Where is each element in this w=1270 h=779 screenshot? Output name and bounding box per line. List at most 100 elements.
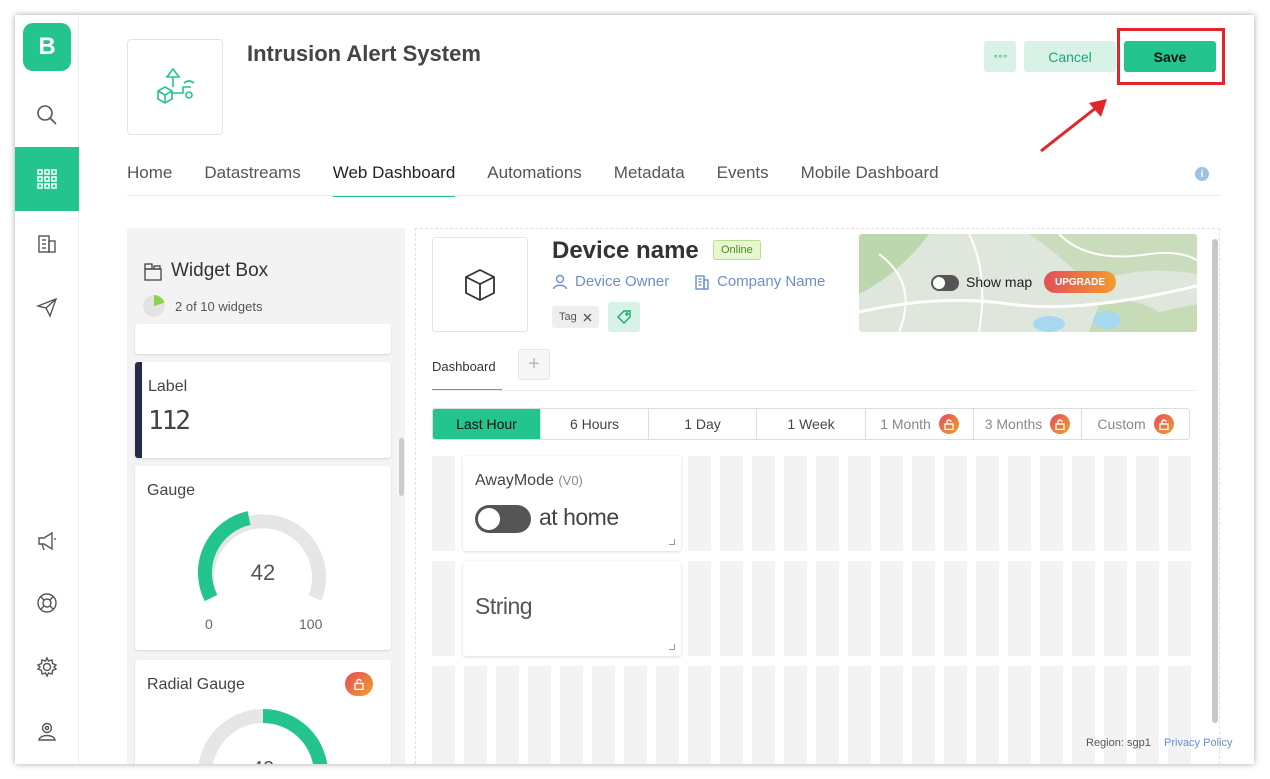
product-icon xyxy=(157,67,195,104)
tab-events[interactable]: Events xyxy=(717,161,769,197)
widget-card-partial[interactable] xyxy=(135,324,391,354)
grid-cell xyxy=(432,456,455,551)
sidebar-item-announcements[interactable] xyxy=(15,509,79,573)
device-image[interactable] xyxy=(432,237,528,332)
widget-card-radial-gauge[interactable]: Radial Gauge 42 xyxy=(135,660,391,764)
sidebar-item-profile[interactable] xyxy=(15,699,79,763)
sidebar-item-templates[interactable] xyxy=(15,147,79,211)
tab-web-dashboard[interactable]: Web Dashboard xyxy=(332,161,456,197)
sidebar-item-organizations[interactable] xyxy=(15,211,79,275)
range-1-week[interactable]: 1 Week xyxy=(757,409,866,439)
grid-cell xyxy=(1072,456,1095,551)
add-dashboard-tab-button[interactable]: + xyxy=(518,349,550,380)
resize-handle[interactable] xyxy=(669,539,675,545)
grid-cell xyxy=(1168,561,1191,656)
range-label: 6 Hours xyxy=(569,416,620,432)
tab-automations[interactable]: Automations xyxy=(487,161,582,197)
grid-cell xyxy=(1104,456,1127,551)
company-name-link[interactable]: Company Name xyxy=(694,273,825,290)
switch-title-text: AwayMode xyxy=(475,472,554,489)
sidebar-item-search[interactable] xyxy=(15,83,79,147)
show-map-toggle[interactable] xyxy=(931,275,959,291)
cancel-button[interactable]: Cancel xyxy=(1024,41,1116,72)
upgrade-badge[interactable]: UPGRADE xyxy=(1044,271,1117,293)
gauge-max: 100 xyxy=(299,616,323,632)
tab-datastreams[interactable]: Datastreams xyxy=(204,161,300,197)
dashboard-scrollbar[interactable] xyxy=(1212,239,1218,723)
widget-string[interactable]: String xyxy=(463,561,681,656)
radial-gauge-value: 42 xyxy=(135,758,391,764)
grid-cell xyxy=(816,561,839,656)
grid-cell xyxy=(1072,666,1095,764)
grid-cell xyxy=(592,666,615,764)
grid-cell xyxy=(1072,561,1095,656)
label-widget-value: 112 xyxy=(148,406,191,436)
sidebar: B xyxy=(15,15,79,764)
grid-cell xyxy=(944,666,967,764)
widget-card-title: Gauge xyxy=(147,482,196,499)
range-last-hour[interactable]: Last Hour xyxy=(433,409,541,439)
sidebar-item-help[interactable] xyxy=(15,571,79,635)
range-6-hours[interactable]: 6 Hours xyxy=(541,409,649,439)
tab-mobile-dashboard[interactable]: Mobile Dashboard xyxy=(801,161,939,197)
tab-dashboard[interactable]: Dashboard xyxy=(432,357,502,391)
widget-switch-awaymode[interactable]: AwayMode (V0) at home xyxy=(463,456,681,551)
cube-icon xyxy=(465,268,495,301)
privacy-policy-link[interactable]: Privacy Policy xyxy=(1164,737,1232,749)
grid-cell xyxy=(976,666,999,764)
device-map[interactable]: Show map UPGRADE xyxy=(859,234,1197,332)
grid-cell xyxy=(848,666,871,764)
app-window: B Intrusion Alert System ∘∘∘ Cancel Save… xyxy=(15,15,1254,764)
widget-usage-pie xyxy=(143,295,165,317)
grid-cell xyxy=(1136,561,1159,656)
range-custom[interactable]: Custom xyxy=(1082,409,1189,439)
product-image[interactable] xyxy=(127,39,223,135)
grid-cell xyxy=(880,666,903,764)
grid-cell xyxy=(848,456,871,551)
widget-card-label[interactable]: Label 112 xyxy=(135,362,391,458)
device-owner-link[interactable]: Device Owner xyxy=(552,273,669,290)
grid-cell xyxy=(1168,666,1191,764)
resize-handle[interactable] xyxy=(669,644,675,650)
range-label: Last Hour xyxy=(456,416,517,432)
grid-cell xyxy=(688,456,711,551)
tab-metadata[interactable]: Metadata xyxy=(614,161,685,197)
range-3-months[interactable]: 3 Months xyxy=(974,409,1082,439)
lock-icon xyxy=(1050,414,1071,434)
tag-chip[interactable]: Tag xyxy=(552,306,599,328)
show-map-label: Show map xyxy=(966,274,1033,290)
dashboard-tabs-divider xyxy=(432,390,1196,391)
region-label: Region: sgp1 xyxy=(1086,737,1151,749)
grid-cell xyxy=(1008,456,1031,551)
sidebar-item-settings[interactable] xyxy=(15,635,79,699)
widget-box-scrollbar[interactable] xyxy=(399,438,404,496)
grid-cell xyxy=(784,456,807,551)
widget-card-gauge[interactable]: Gauge 42 0 100 xyxy=(135,466,391,650)
grid-cell xyxy=(912,666,935,764)
blynk-logo[interactable]: B xyxy=(23,23,71,71)
range-1-day[interactable]: 1 Day xyxy=(649,409,757,439)
grid-cell xyxy=(1136,456,1159,551)
widget-box-icon xyxy=(144,263,162,281)
switch-widget-title: AwayMode (V0) xyxy=(475,472,583,490)
radial-gauge-dial xyxy=(198,709,328,764)
away-mode-toggle[interactable] xyxy=(475,505,531,533)
grid-cell xyxy=(624,666,647,764)
grid-cell xyxy=(848,561,871,656)
add-tag-button[interactable] xyxy=(608,302,640,332)
tab-home[interactable]: Home xyxy=(127,161,172,197)
range-1-month[interactable]: 1 Month xyxy=(866,409,974,439)
more-options-button[interactable]: ∘∘∘ xyxy=(984,41,1016,72)
grid-cell xyxy=(688,666,711,764)
time-range-selector: Last Hour 6 Hours 1 Day 1 Week 1 Month 3… xyxy=(432,408,1190,440)
grid-cell xyxy=(1008,666,1031,764)
sidebar-item-send[interactable] xyxy=(15,275,79,339)
radial-lock-badge[interactable] xyxy=(345,672,373,696)
grid-cell xyxy=(784,666,807,764)
megaphone-icon xyxy=(38,531,56,551)
grid-cell xyxy=(432,561,455,656)
grid-cell xyxy=(528,666,551,764)
close-icon[interactable] xyxy=(583,313,592,322)
info-icon[interactable]: i xyxy=(1195,167,1209,181)
gauge-min: 0 xyxy=(205,616,213,632)
